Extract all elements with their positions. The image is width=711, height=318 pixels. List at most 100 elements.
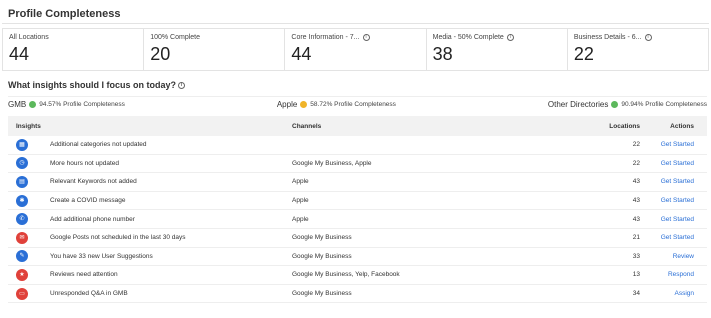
stat-label-text: All Locations	[9, 34, 49, 41]
insight-text: More hours not updated	[50, 159, 120, 167]
star-icon: ★	[16, 268, 28, 281]
table-header: Insights Channels Locations Actions	[8, 116, 707, 136]
title-divider	[2, 23, 709, 24]
summary-percentage: 90.94% Profile Completeness	[621, 101, 707, 108]
stat-label: Core Information - 7... i	[291, 34, 419, 41]
row-icon-cell: ✎	[8, 250, 36, 263]
stat-value: 44	[291, 44, 312, 64]
completeness-summary: GMB 94.57% Profile Completeness Apple 58.72…	[8, 96, 707, 112]
summary-item: GMB 94.57% Profile Completeness	[8, 100, 125, 109]
table-row: ▤ Relevant Keywords not added Apple 43 Get S…	[8, 173, 707, 192]
locations-count: 33	[632, 252, 640, 260]
info-icon[interactable]: i	[506, 34, 514, 41]
row-icon-cell: ✆	[8, 213, 36, 226]
action-link[interactable]: Get Started	[648, 160, 707, 167]
stat-value: 44	[9, 44, 30, 64]
summary-item: Apple 58.72% Profile Completeness	[277, 100, 396, 109]
suggestion-icon: ✎	[16, 250, 28, 263]
locations-count: 13	[632, 271, 640, 279]
action-link[interactable]: Assign	[648, 290, 707, 297]
action-link[interactable]: Get Started	[648, 216, 707, 223]
header-locations: Locations	[609, 122, 640, 130]
keyword-icon: ▤	[16, 175, 28, 188]
status-dot-icon	[29, 101, 37, 108]
header-insights: Insights	[16, 122, 41, 130]
row-icon-cell: ▭	[8, 287, 36, 300]
insight-text: Additional categories not updated	[50, 141, 147, 149]
row-icon-cell: ★	[8, 268, 36, 281]
locations-count: 34	[632, 290, 640, 298]
info-icon[interactable]: i	[178, 81, 185, 89]
channels-text: Apple	[292, 178, 309, 186]
stat-value: 38	[432, 44, 453, 64]
action-link[interactable]: Get Started	[648, 178, 707, 185]
row-icon-cell: ▤	[8, 175, 36, 188]
table-row: ★ Reviews need attention Google My Busines…	[8, 266, 707, 285]
channels-text: Apple	[292, 197, 309, 205]
channels-text: Google My Business	[292, 234, 352, 242]
row-icon-cell: ✱	[8, 194, 36, 207]
status-dot-icon	[611, 101, 619, 108]
stat-card[interactable]: Media - 50% Complete i 38	[425, 29, 567, 70]
insight-text: Reviews need attention	[50, 271, 118, 279]
stat-card[interactable]: 100% Complete 20	[143, 29, 284, 70]
insight-text: Add additional phone number	[50, 215, 135, 223]
locations-count: 22	[632, 141, 640, 149]
table-row: ✉ Google Posts not scheduled in the last …	[8, 229, 707, 248]
table-row: ✎ You have 33 new User Suggestions Google …	[8, 248, 707, 267]
summary-channel-name: GMB	[8, 100, 27, 109]
table-row: ◷ More hours not updated Google My Busines…	[8, 155, 707, 174]
insights-title: What insights should I focus on today? i	[8, 80, 185, 90]
stat-card[interactable]: Core Information - 7... i 44	[284, 29, 425, 70]
summary-percentage: 58.72% Profile Completeness	[310, 101, 396, 108]
status-dot-icon	[300, 101, 308, 108]
mail-icon: ✉	[16, 231, 28, 244]
locations-count: 43	[632, 215, 640, 223]
stat-value: 22	[573, 44, 594, 64]
action-link[interactable]: Respond	[648, 271, 707, 278]
channels-text: Google My Business	[292, 252, 352, 260]
header-channels: Channels	[292, 122, 322, 130]
table-row: ✱ Create a COVID message Apple 43 Get Starte…	[8, 192, 707, 211]
stats-bar: All Locations 44 100% Complete 20 Core Infor…	[2, 28, 709, 71]
row-icon-cell: ▦	[8, 138, 36, 151]
stat-label-text: Core Information - 7...	[291, 34, 360, 41]
insight-text: Relevant Keywords not added	[50, 178, 137, 186]
stat-card[interactable]: All Locations 44	[3, 29, 143, 70]
summary-percentage: 94.57% Profile Completeness	[39, 101, 125, 108]
insight-text: Create a COVID message	[50, 197, 126, 205]
stat-label: Business Details - 6... i	[574, 34, 702, 41]
stat-label-text: Media - 50% Complete	[432, 34, 504, 41]
chat-icon: ▭	[16, 287, 28, 300]
channels-text: Apple	[292, 215, 309, 223]
action-link[interactable]: Review	[648, 253, 707, 260]
channels-text: Google My Business	[292, 290, 352, 298]
insight-text: You have 33 new User Suggestions	[50, 252, 153, 260]
summary-item: Other Directories 90.94% Profile Complete…	[548, 100, 707, 109]
stat-label: All Locations	[9, 34, 137, 41]
stat-value: 20	[150, 44, 171, 64]
action-link[interactable]: Get Started	[648, 197, 707, 204]
category-icon: ▦	[16, 138, 28, 151]
stat-card[interactable]: Business Details - 6... i 22	[566, 29, 708, 70]
table-row: ▭ Unresponded Q&A in GMB Google My Busines…	[8, 285, 707, 304]
insight-text: Google Posts not scheduled in the last 3…	[50, 234, 186, 242]
covid-icon: ✱	[16, 194, 28, 207]
info-icon[interactable]: i	[362, 34, 370, 41]
locations-count: 43	[632, 178, 640, 186]
stat-label-text: Business Details - 6...	[573, 34, 642, 41]
table-row: ▦ Additional categories not updated 22 Get …	[8, 136, 707, 155]
summary-channel-name: Other Directories	[547, 100, 609, 109]
locations-count: 22	[632, 159, 640, 167]
action-link[interactable]: Get Started	[648, 141, 707, 148]
row-icon-cell: ✉	[8, 231, 36, 244]
locations-count: 21	[632, 234, 640, 242]
locations-count: 43	[632, 197, 640, 205]
info-icon[interactable]: i	[644, 34, 652, 41]
insight-text: Unresponded Q&A in GMB	[50, 290, 128, 298]
stat-label: Media - 50% Complete i	[433, 34, 561, 41]
stat-label-text: 100% Complete	[150, 34, 201, 41]
stat-label: 100% Complete	[150, 34, 278, 41]
channels-text: Google My Business, Apple	[292, 159, 372, 167]
action-link[interactable]: Get Started	[648, 234, 707, 241]
